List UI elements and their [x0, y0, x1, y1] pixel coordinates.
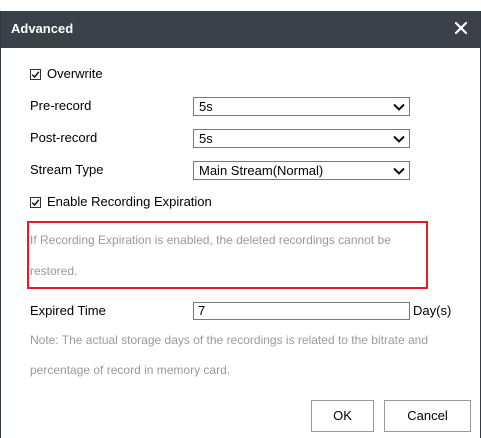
checkmark-icon: [31, 199, 40, 207]
close-icon: [454, 21, 468, 35]
dialog-title: Advanced: [11, 21, 74, 36]
storage-note-line1: Note: The actual storage days of the rec…: [30, 333, 429, 347]
stream-type-value: Main Stream(Normal): [199, 163, 324, 178]
stream-type-label: Stream Type: [30, 162, 104, 177]
overwrite-checkbox[interactable]: [30, 69, 41, 80]
close-button[interactable]: [450, 17, 472, 39]
enable-recording-expiration-checkbox[interactable]: [30, 197, 41, 208]
background-strip: [0, 0, 481, 11]
expiration-warning-highlight: [27, 221, 428, 289]
ok-button[interactable]: OK: [311, 400, 374, 432]
overwrite-label: Overwrite: [47, 66, 103, 81]
expired-time-label: Expired Time: [30, 303, 106, 318]
storage-note-line2: percentage of record in memory card.: [30, 363, 231, 377]
checkmark-icon: [31, 71, 40, 79]
enable-recording-expiration-label: Enable Recording Expiration: [47, 194, 212, 209]
expired-time-value: 7: [198, 303, 206, 318]
pre-record-select[interactable]: 5s: [193, 97, 410, 116]
expired-time-unit: Day(s): [413, 303, 452, 318]
stream-type-select[interactable]: Main Stream(Normal): [193, 161, 410, 180]
pre-record-value: 5s: [199, 99, 213, 114]
cancel-button[interactable]: Cancel: [384, 400, 471, 432]
chevron-down-icon: [393, 103, 405, 111]
post-record-value: 5s: [199, 131, 213, 146]
chevron-down-icon: [393, 135, 405, 143]
expiration-warning-line1: If Recording Expiration is enabled, the …: [30, 233, 391, 247]
post-record-label: Post-record: [30, 130, 98, 145]
expired-time-input[interactable]: 7: [193, 302, 410, 320]
expiration-warning-line2: restored.: [30, 264, 78, 278]
dialog-titlebar: Advanced: [1, 11, 480, 48]
advanced-dialog: Advanced Overwrite Pre-record 5s Post-re…: [0, 11, 481, 438]
pre-record-label: Pre-record: [30, 98, 92, 113]
chevron-down-icon: [393, 167, 405, 175]
post-record-select[interactable]: 5s: [193, 129, 410, 148]
